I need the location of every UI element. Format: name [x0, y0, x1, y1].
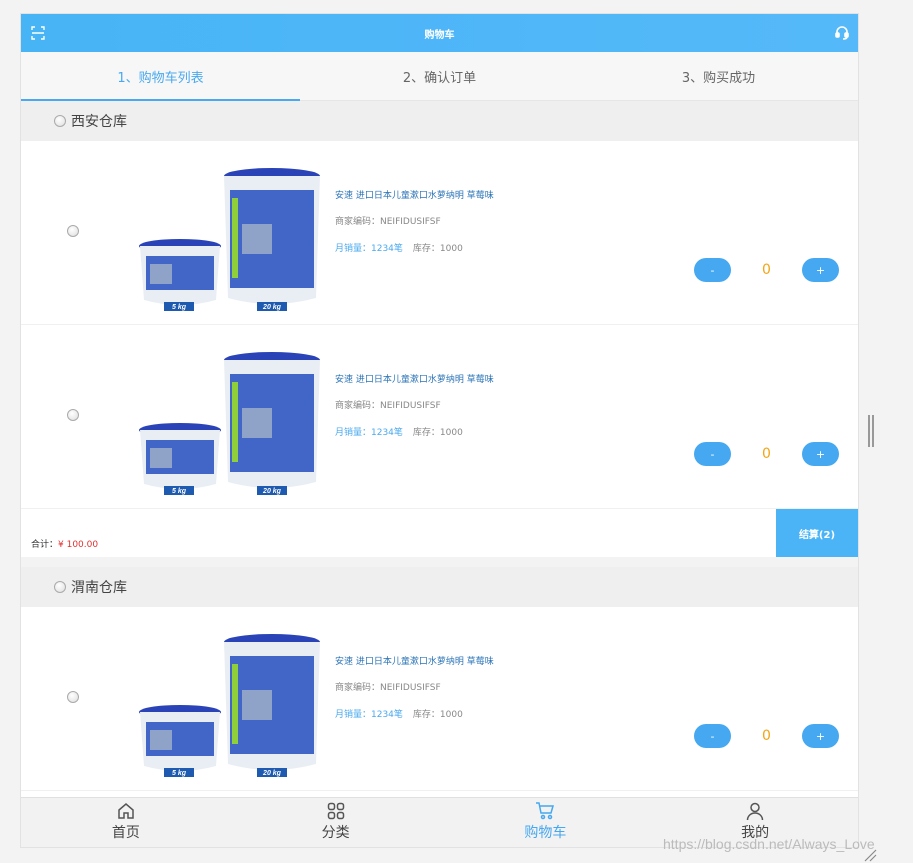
step-cart-list[interactable]: 1、购物车列表: [21, 52, 300, 101]
increase-button[interactable]: +: [802, 258, 839, 282]
monthly-sales: 月销量：1234笔: [335, 710, 403, 720]
image-label-small: 5 kg: [172, 770, 187, 777]
increase-button[interactable]: +: [802, 724, 839, 748]
step-confirm-order[interactable]: 2、确认订单: [300, 52, 579, 100]
warehouse-header: 西安仓库: [21, 101, 858, 141]
product-image[interactable]: 5 kg 20 kg: [136, 168, 321, 313]
checkout-steps: 1、购物车列表 2、确认订单 3、购买成功: [21, 52, 858, 101]
grid-icon: [327, 802, 344, 820]
warehouse-header: 渭南仓库: [21, 567, 858, 607]
warehouse-radio[interactable]: [54, 115, 66, 127]
tab-cart[interactable]: 购物车: [441, 798, 651, 847]
image-label-large: 20 kg: [262, 304, 282, 311]
image-label-large: 20 kg: [262, 770, 282, 777]
increase-button[interactable]: +: [802, 442, 839, 466]
checkout-button[interactable]: 结算(2): [776, 509, 858, 557]
cart-item: 5 kg 20 kg 安速 进口日本儿童漱口水萝纳明 草莓味 商家编码：NEIF…: [21, 141, 858, 325]
image-label-small: 5 kg: [172, 488, 187, 495]
decrease-button[interactable]: -: [694, 724, 731, 748]
tab-home[interactable]: 首页: [21, 798, 231, 847]
image-label-large: 20 kg: [262, 488, 282, 495]
total-amount: 合计：¥ 100.00: [31, 537, 98, 550]
product-info: 安速 进口日本儿童漱口水萝纳明 草莓味 商家编码：NEIFIDUSIFSF 月销…: [335, 188, 494, 254]
scrollbar-handle[interactable]: [868, 415, 874, 447]
item-radio[interactable]: [67, 409, 79, 421]
stock: 库存：1000: [412, 244, 463, 254]
stock: 库存：1000: [412, 710, 463, 720]
watermark: https://blog.csdn.net/Always_Love: [663, 836, 875, 852]
product-code: 商家编码：NEIFIDUSIFSF: [335, 217, 441, 227]
cart-item: 5 kg 20 kg 安速 进口日本儿童漱口水萝纳明 草莓味 商家编码：NEIF…: [21, 607, 858, 791]
tab-category[interactable]: 分类: [231, 798, 441, 847]
stock: 库存：1000: [412, 428, 463, 438]
warehouse-total-bar: 合计：¥ 100.00 结算(2): [21, 509, 858, 557]
item-radio[interactable]: [67, 691, 79, 703]
total-label: 合计：: [31, 540, 59, 550]
quantity-value: 0: [762, 728, 771, 744]
product-name[interactable]: 安速 进口日本儿童漱口水萝纳明 草莓味: [335, 372, 494, 385]
tab-label: 购物车: [524, 825, 567, 841]
product-info: 安速 进口日本儿童漱口水萝纳明 草莓味 商家编码：NEIFIDUSIFSF 月销…: [335, 372, 494, 438]
item-radio[interactable]: [67, 225, 79, 237]
cart-item: 5 kg 20 kg 安速 进口日本儿童漱口水萝纳明 草莓味 商家编码：NEIF…: [21, 325, 858, 509]
page-title: 购物车: [424, 29, 455, 41]
app-header: 购物车: [21, 14, 858, 52]
product-image[interactable]: 5 kg 20 kg: [136, 352, 321, 497]
user-icon: [746, 802, 764, 821]
product-code: 商家编码：NEIFIDUSIFSF: [335, 401, 441, 411]
quantity-stepper: - 0 +: [694, 724, 839, 748]
product-name[interactable]: 安速 进口日本儿童漱口水萝纳明 草莓味: [335, 654, 494, 667]
monthly-sales: 月销量：1234笔: [335, 428, 403, 438]
product-code: 商家编码：NEIFIDUSIFSF: [335, 683, 441, 693]
cart-list: 西安仓库 5 kg 20 kg 安速 进口日本儿童漱口水萝纳明 草莓味 商家编码…: [21, 101, 858, 791]
product-info: 安速 进口日本儿童漱口水萝纳明 草莓味 商家编码：NEIFIDUSIFSF 月销…: [335, 654, 494, 720]
decrease-button[interactable]: -: [694, 442, 731, 466]
quantity-value: 0: [762, 446, 771, 462]
total-price: ¥ 100.00: [58, 540, 99, 550]
scan-icon[interactable]: [31, 25, 45, 44]
quantity-stepper: - 0 +: [694, 442, 839, 466]
warehouse-radio[interactable]: [54, 581, 66, 593]
home-icon: [118, 803, 134, 819]
warehouse-name: 渭南仓库: [71, 580, 127, 596]
quantity-stepper: - 0 +: [694, 258, 839, 282]
headset-icon[interactable]: [834, 24, 850, 44]
decrease-button[interactable]: -: [694, 258, 731, 282]
product-image[interactable]: 5 kg 20 kg: [136, 634, 321, 779]
quantity-value: 0: [762, 262, 771, 278]
cart-icon: [536, 802, 555, 820]
app-frame: 购物车 1、购物车列表 2、确认订单 3、购买成功 西安仓库 5 kg 20 k…: [20, 13, 859, 848]
tab-label: 分类: [321, 825, 350, 841]
step-purchase-success[interactable]: 3、购买成功: [579, 52, 858, 100]
monthly-sales: 月销量：1234笔: [335, 244, 403, 254]
tab-label: 首页: [111, 825, 140, 841]
image-label-small: 5 kg: [172, 304, 187, 311]
warehouse-name: 西安仓库: [71, 114, 127, 130]
product-name[interactable]: 安速 进口日本儿童漱口水萝纳明 草莓味: [335, 188, 494, 201]
